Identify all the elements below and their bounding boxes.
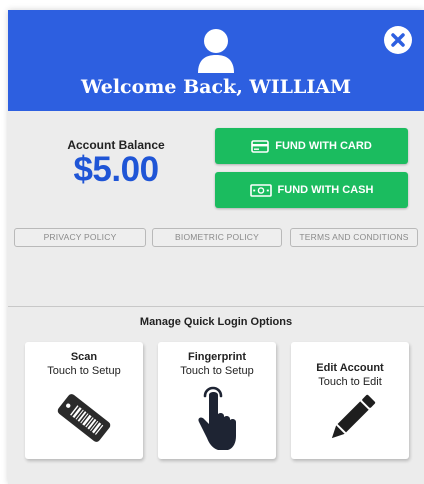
close-button[interactable]	[384, 26, 412, 54]
barcode-card-icon	[57, 394, 111, 442]
quick-login-heading: Manage Quick Login Options	[139, 316, 293, 328]
scan-option-subtitle: Touch to Setup	[47, 365, 121, 377]
credit-card-icon	[251, 139, 270, 153]
fund-with-card-label: FUND WITH CARD	[275, 140, 372, 152]
fingerprint-option-card[interactable]: Fingerprint Touch to Setup	[158, 342, 276, 459]
scan-option-card[interactable]: Scan Touch to Setup	[25, 342, 143, 459]
fund-with-cash-button[interactable]: FUND WITH CASH	[215, 172, 408, 208]
user-silhouette-icon	[198, 29, 234, 73]
privacy-policy-button[interactable]: PRIVACY POLICY	[14, 228, 146, 247]
banknote-icon	[249, 183, 272, 197]
fingerprint-option-title: Fingerprint	[187, 351, 247, 363]
welcome-header: Welcome Back, WILLIAM	[8, 10, 424, 111]
account-panel: Welcome Back, WILLIAM Account Balance $5…	[8, 10, 424, 484]
close-icon	[391, 33, 405, 47]
account-balance-amount: $5.00	[73, 150, 159, 189]
welcome-title: Welcome Back, WILLIAM	[80, 76, 352, 98]
scan-option-title: Scan	[70, 351, 98, 363]
pencil-icon	[331, 394, 376, 439]
fund-with-cash-label: FUND WITH CASH	[277, 184, 374, 196]
section-divider	[8, 306, 424, 307]
fund-with-card-button[interactable]: FUND WITH CARD	[215, 128, 408, 164]
edit-account-option-card[interactable]: Edit Account Touch to Edit	[291, 342, 409, 459]
edit-account-option-subtitle: Touch to Edit	[318, 376, 382, 388]
edit-account-option-title: Edit Account	[316, 362, 384, 374]
terms-and-conditions-button[interactable]: TERMS AND CONDITIONS	[290, 228, 418, 247]
fingerprint-option-subtitle: Touch to Setup	[180, 365, 254, 377]
touch-finger-icon	[198, 386, 236, 450]
biometric-policy-button[interactable]: BIOMETRIC POLICY	[152, 228, 282, 247]
